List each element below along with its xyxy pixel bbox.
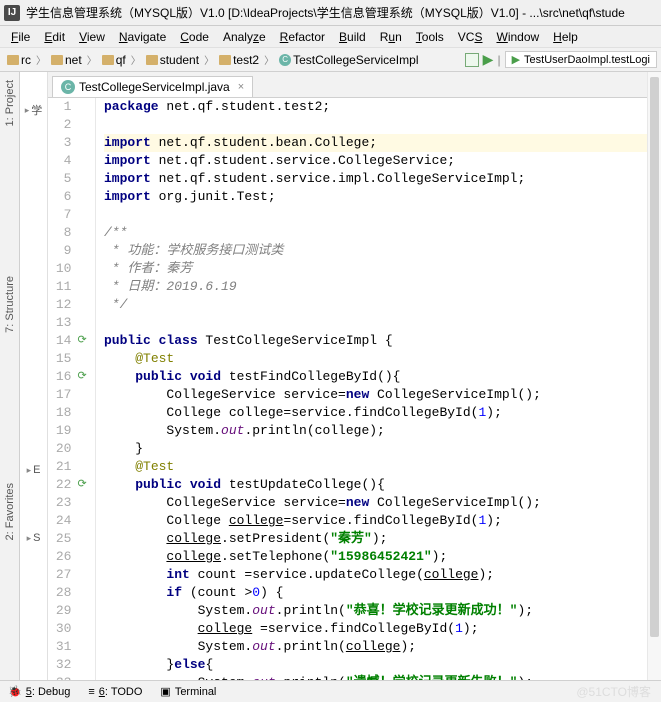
chevron-right-icon: 〉 (131, 52, 141, 67)
run-test-icon[interactable]: ⟳ (77, 332, 86, 350)
menu-bar: File Edit View Navigate Code Analyze Ref… (0, 26, 661, 48)
run-icon[interactable]: ▶ (483, 51, 494, 68)
tree-node[interactable]: ▸E (27, 464, 41, 476)
menu-edit[interactable]: Edit (37, 30, 72, 44)
title-bar: IJ 学生信息管理系统（MYSQL版）V1.0 [D:\IdeaProjects… (0, 0, 661, 26)
folder-icon (102, 55, 114, 65)
code-editor[interactable]: 1234567891011121314151617181920212223242… (48, 98, 661, 680)
run-config-selector[interactable]: ▶TestUserDaoImpl.testLogi (505, 51, 657, 68)
folder-icon (51, 55, 63, 65)
class-icon: C (279, 54, 291, 66)
chevron-right-icon: 〉 (36, 52, 46, 67)
menu-tools[interactable]: Tools (409, 30, 451, 44)
project-tool-button[interactable]: 1: Project (4, 80, 16, 126)
folder-icon (219, 55, 231, 65)
terminal-icon: ▣ (160, 685, 170, 698)
tab-label: TestCollegeServiceImpl.java (79, 80, 230, 94)
run-test-icon[interactable]: ⟳ (77, 476, 86, 494)
menu-help[interactable]: Help (546, 30, 585, 44)
chevron-right-icon: 〉 (87, 52, 97, 67)
menu-vcs[interactable]: VCS (451, 30, 490, 44)
structure-tool-button[interactable]: 7: Structure (4, 276, 16, 333)
editor-tabs: C TestCollegeServiceImpl.java × (48, 72, 661, 98)
bug-icon: 🐞 (8, 685, 22, 698)
debug-tool-button[interactable]: 🐞5: Debug (8, 685, 70, 698)
breadcrumb-item[interactable]: CTestCollegeServiceImpl (276, 53, 421, 67)
chevron-right-icon: 〉 (264, 52, 274, 67)
favorites-tool-button[interactable]: 2: Favorites (4, 483, 16, 540)
breadcrumb-item[interactable]: student (143, 53, 202, 67)
breadcrumb-item[interactable]: rc (4, 53, 34, 67)
run-test-icon[interactable]: ⟳ (77, 368, 86, 386)
chevron-right-icon: 〉 (204, 52, 214, 67)
todo-tool-button[interactable]: ≡6: TODO (88, 686, 142, 698)
folder-icon (7, 55, 19, 65)
menu-refactor[interactable]: Refactor (273, 30, 332, 44)
scrollbar-thumb[interactable] (650, 77, 659, 637)
list-icon: ≡ (88, 686, 94, 698)
menu-code[interactable]: Code (173, 30, 216, 44)
project-tree[interactable]: ▸学 ▸E ▸S (20, 72, 48, 680)
breadcrumb-item[interactable]: qf (99, 53, 129, 67)
line-numbers: 1234567891011121314151617181920212223242… (48, 98, 75, 680)
app-icon: IJ (4, 5, 20, 21)
menu-build[interactable]: Build (332, 30, 373, 44)
navigation-bar: rc 〉 net 〉 qf 〉 student 〉 test2 〉 CTestC… (0, 48, 661, 72)
gutter-icons: ⟳ ⟳ ⟳ (75, 98, 95, 680)
folder-icon (146, 55, 158, 65)
menu-window[interactable]: Window (489, 30, 546, 44)
config-icon[interactable] (465, 53, 479, 67)
gutter: 1234567891011121314151617181920212223242… (48, 98, 96, 680)
menu-run[interactable]: Run (373, 30, 409, 44)
expand-icon[interactable]: ▸ (27, 465, 32, 476)
menu-view[interactable]: View (72, 30, 112, 44)
terminal-tool-button[interactable]: ▣Terminal (160, 685, 216, 698)
breadcrumb-item[interactable]: net (48, 53, 85, 67)
close-icon[interactable]: × (238, 81, 244, 93)
watermark: @51CTO博客 (576, 683, 651, 700)
expand-icon[interactable]: ▸ (27, 533, 32, 544)
menu-analyze[interactable]: Analyze (216, 30, 273, 44)
tree-node[interactable]: ▸学 (25, 102, 43, 118)
bottom-tool-bar: 🐞5: Debug ≡6: TODO ▣Terminal @51CTO博客 (0, 680, 661, 702)
editor-area: C TestCollegeServiceImpl.java × 12345678… (48, 72, 661, 680)
code-content[interactable]: package net.qf.student.test2; import net… (96, 98, 661, 680)
main-area: 1: Project 7: Structure 2: Favorites ▸学 … (0, 72, 661, 680)
left-tool-rail: 1: Project 7: Structure 2: Favorites (0, 72, 20, 680)
menu-file[interactable]: File (4, 30, 37, 44)
tree-node[interactable]: ▸S (27, 532, 41, 544)
window-title: 学生信息管理系统（MYSQL版）V1.0 [D:\IdeaProjects\学生… (26, 4, 625, 21)
editor-tab[interactable]: C TestCollegeServiceImpl.java × (52, 76, 253, 97)
class-icon: C (61, 80, 75, 94)
expand-icon[interactable]: ▸ (25, 105, 30, 116)
vertical-scrollbar[interactable] (647, 72, 661, 680)
menu-navigate[interactable]: Navigate (112, 30, 173, 44)
breadcrumb-item[interactable]: test2 (216, 53, 262, 67)
